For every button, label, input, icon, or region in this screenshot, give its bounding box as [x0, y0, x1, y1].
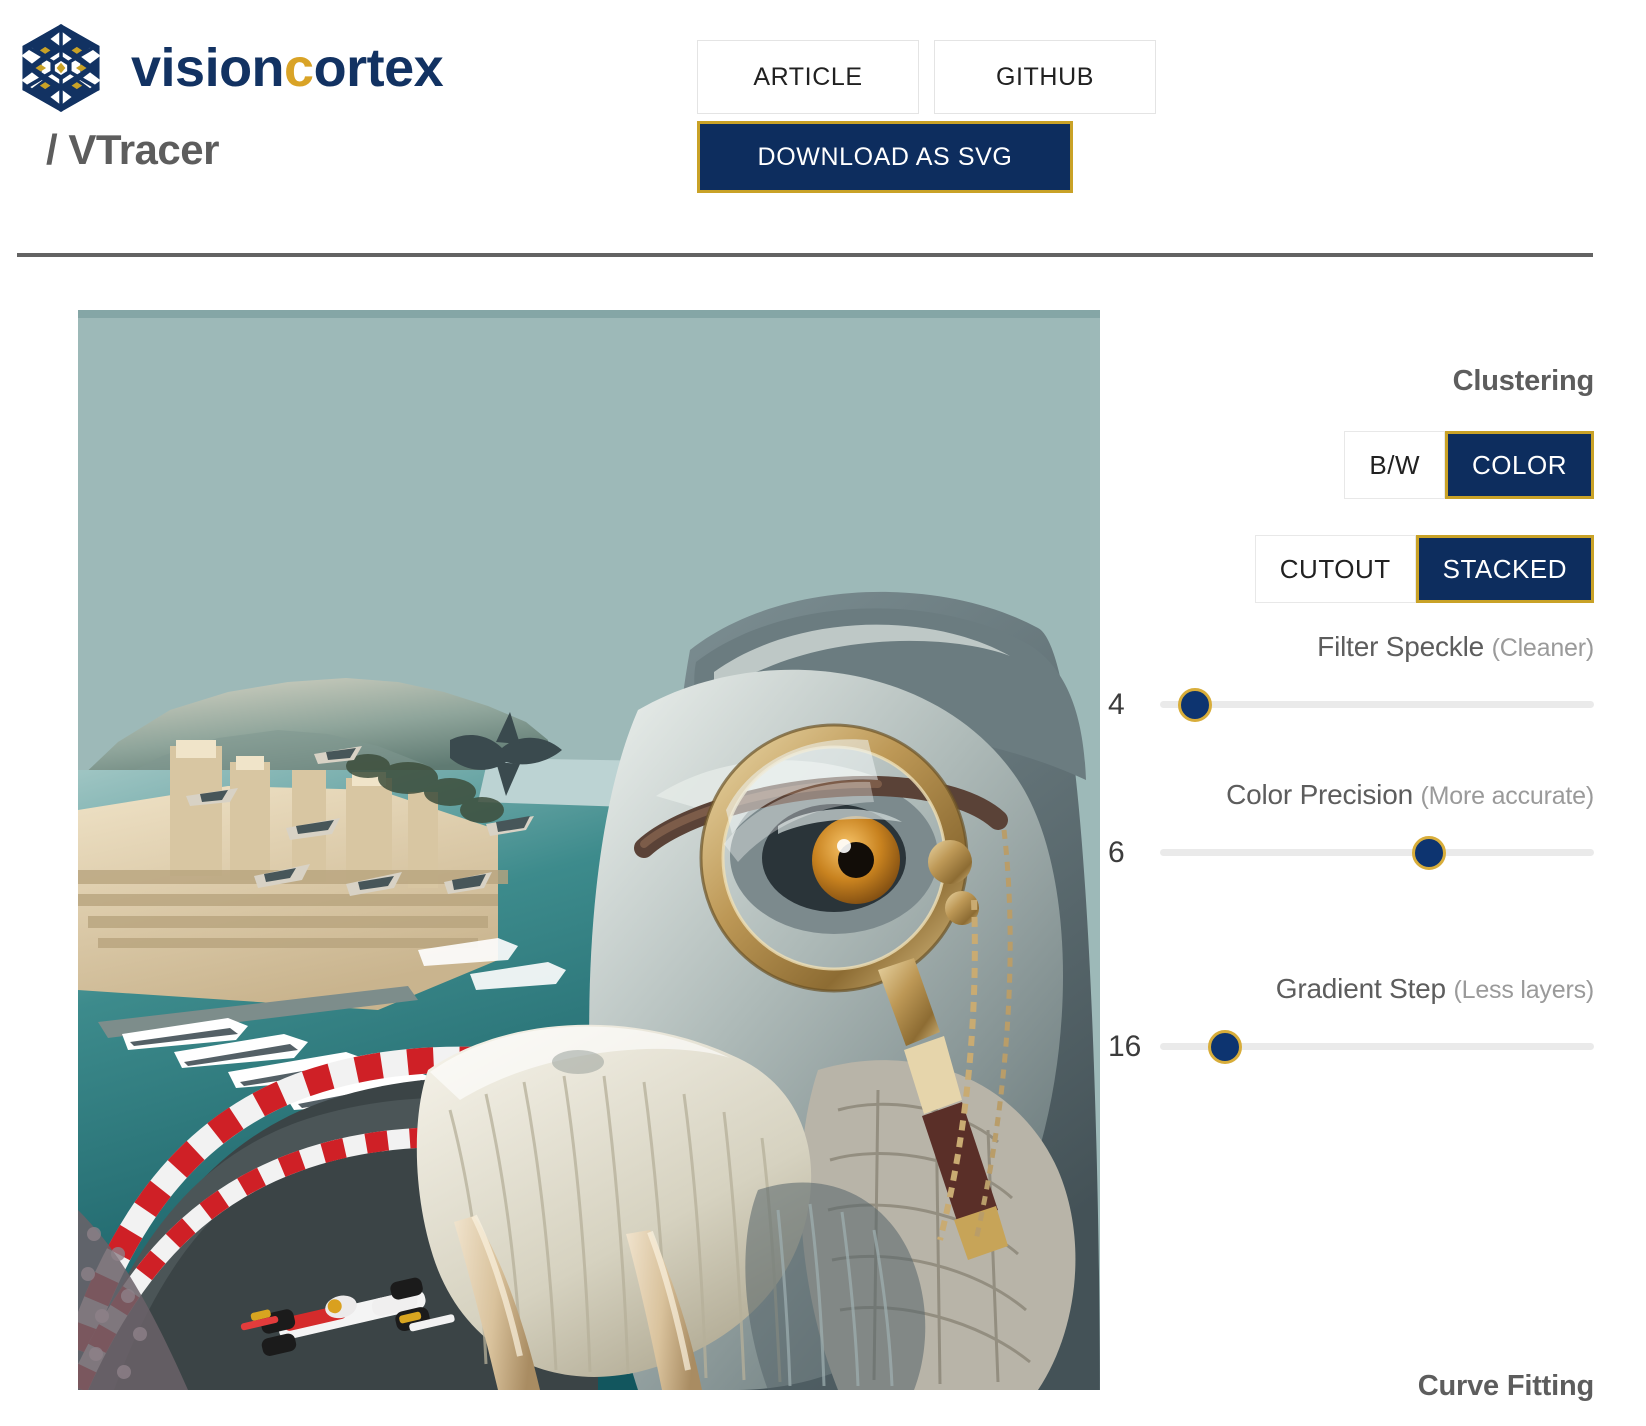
curve-fitting-heading: Curve Fitting	[1417, 1370, 1594, 1402]
color-precision-hint: (More accurate)	[1420, 782, 1595, 810]
page-title: / VTracer	[46, 126, 219, 173]
clustering-mode-bw[interactable]: B/W	[1344, 431, 1446, 499]
gradient-step-hint: (Less layers)	[1453, 976, 1595, 1004]
filter-speckle-hint: (Cleaner)	[1491, 634, 1595, 662]
filter-speckle-label: Filter Speckle (Cleaner)	[1100, 625, 1594, 670]
traced-illustration	[78, 310, 1100, 1390]
clustering-layer-stacked[interactable]: STACKED	[1415, 535, 1594, 603]
visioncortex-logo-icon	[17, 22, 105, 114]
brand-word-vision: vision	[131, 38, 285, 98]
color-precision-block: Color Precision (More accurate) 6	[1100, 773, 1594, 870]
gradient-step-label-text: Gradient Step	[1275, 973, 1446, 1004]
article-button[interactable]: ARTICLE	[697, 40, 919, 114]
settings-panel: Clustering B/W COLOR CUTOUT STACKED Filt…	[1100, 255, 1646, 1426]
main-content: Clustering B/W COLOR CUTOUT STACKED Filt…	[0, 255, 1646, 1426]
brand-word-ortex: ortex	[313, 38, 444, 98]
gradient-step-slider[interactable]	[1160, 1029, 1594, 1064]
header-nav: ARTICLE GITHUB	[697, 40, 1156, 114]
filter-speckle-slider[interactable]	[1160, 687, 1594, 722]
color-precision-value: 6	[1108, 835, 1125, 869]
download-as-svg-button[interactable]: DOWNLOAD AS SVG	[697, 121, 1073, 193]
clustering-mode-color[interactable]: COLOR	[1445, 431, 1594, 499]
color-precision-row: 6	[1100, 835, 1594, 870]
filter-speckle-value: 4	[1108, 687, 1125, 721]
color-precision-thumb[interactable]	[1412, 835, 1447, 870]
brand-wordmark: visioncortex	[131, 38, 444, 98]
gradient-step-label: Gradient Step (Less layers)	[1100, 967, 1594, 1012]
gradient-step-value: 16	[1108, 1029, 1142, 1063]
color-precision-label-text: Color Precision	[1226, 779, 1413, 810]
filter-speckle-track	[1160, 701, 1594, 709]
color-precision-slider[interactable]	[1160, 835, 1594, 870]
filter-speckle-thumb[interactable]	[1177, 687, 1212, 722]
gradient-step-row: 16	[1100, 1029, 1594, 1064]
brand-letter-c: c	[284, 38, 314, 98]
clustering-heading: Clustering	[1452, 365, 1595, 397]
gradient-step-thumb[interactable]	[1208, 1029, 1243, 1064]
clustering-layer-cutout[interactable]: CUTOUT	[1254, 535, 1416, 603]
color-precision-label: Color Precision (More accurate)	[1100, 773, 1594, 818]
clustering-layer-group: CUTOUT STACKED	[1254, 535, 1594, 603]
github-button[interactable]: GITHUB	[934, 40, 1156, 114]
filter-speckle-row: 4	[1100, 687, 1594, 722]
brand: visioncortex	[17, 22, 444, 114]
app-header: visioncortex / VTracer ARTICLE GITHUB DO…	[0, 0, 1646, 257]
svg-preview-canvas[interactable]	[78, 310, 1100, 1390]
gradient-step-block: Gradient Step (Less layers) 16	[1100, 967, 1594, 1064]
filter-speckle-label-text: Filter Speckle	[1317, 631, 1484, 662]
clustering-mode-group: B/W COLOR	[1344, 431, 1594, 499]
color-precision-track	[1160, 849, 1594, 857]
filter-speckle-block: Filter Speckle (Cleaner) 4	[1100, 625, 1594, 722]
vtracer-app: visioncortex / VTracer ARTICLE GITHUB DO…	[0, 0, 1646, 1426]
